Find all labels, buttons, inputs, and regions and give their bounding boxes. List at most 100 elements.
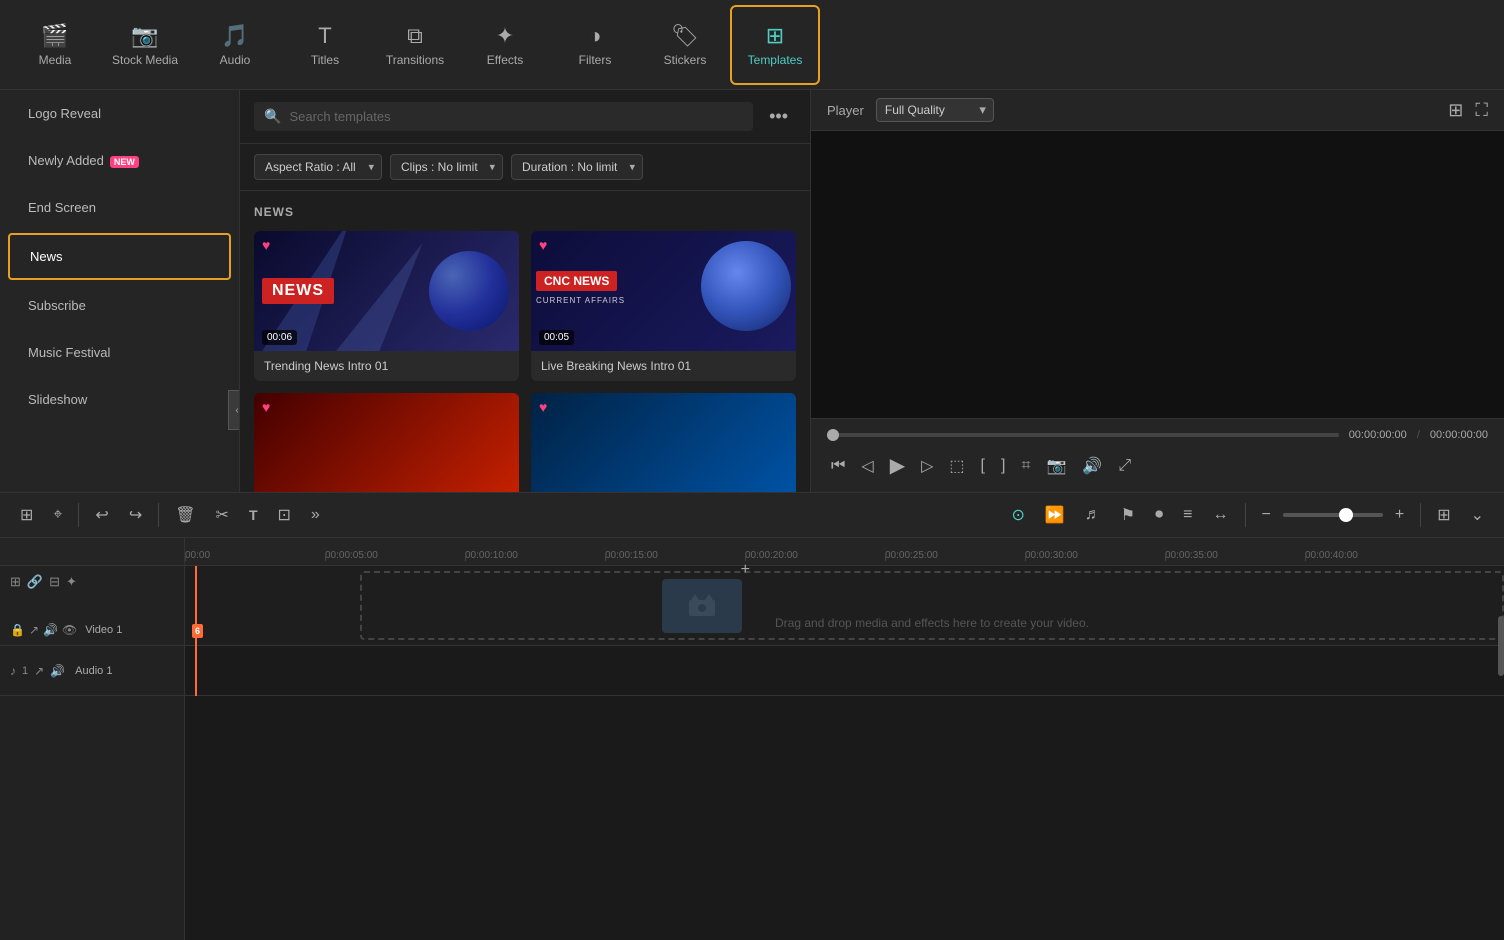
template-card-4[interactable]: ♥ 00:06 News Flash 01 [531, 393, 796, 492]
nav-item-stickers[interactable]: 🏷Stickers [640, 5, 730, 85]
clip-thumb-icon [687, 594, 717, 618]
sidebar-item-news[interactable]: News [8, 233, 231, 280]
zoom-out-btn[interactable]: − [1254, 500, 1279, 530]
nav-label-stickers: Stickers [664, 53, 707, 67]
text-btn[interactable]: T [241, 501, 266, 529]
audio-btn[interactable]: ♬ [1077, 500, 1109, 530]
timeline-scrollbar[interactable] [1498, 616, 1504, 676]
sidebar-item-newly-added[interactable]: Newly AddedNEW [8, 139, 231, 182]
nav-item-audio[interactable]: 🎵Audio [190, 5, 280, 85]
template-thumb-2: ♥ CNC NEWS CURRENT AFFAIRS 00:05 [531, 231, 796, 351]
equalizer-btn[interactable]: ≡ [1175, 500, 1200, 530]
more-tools-btn[interactable]: » [303, 500, 328, 530]
crop-btn[interactable]: ⊡ [270, 499, 299, 531]
audio-mute-icon[interactable]: 🔊 [50, 664, 65, 678]
nav-item-filters[interactable]: ◑Filters [550, 5, 640, 85]
cnc-globe [701, 241, 791, 331]
globe-1 [429, 251, 509, 331]
nav-icon-transitions: ⧉ [407, 23, 423, 49]
nav-item-templates[interactable]: ⊞Templates [730, 5, 820, 85]
frame-forward-btn[interactable]: ▷ [917, 452, 937, 480]
search-input[interactable] [289, 109, 743, 124]
templates-panel: 🔍 ••• Aspect Ratio : All16:99:161:14:3 C… [240, 90, 810, 492]
sidebar-item-subscribe[interactable]: Subscribe [8, 284, 231, 327]
fullscreen-icon[interactable]: ⛶ [1475, 100, 1488, 121]
split-btn[interactable]: ⊟ [49, 574, 60, 590]
bracket-out-btn[interactable]: ] [997, 453, 1009, 479]
redo-btn[interactable]: ↪ [121, 499, 150, 531]
audio-share-icon[interactable]: ↗ [34, 664, 44, 678]
template-card-cnc-news[interactable]: ♥ CNC NEWS CURRENT AFFAIRS 00:05 Live Br… [531, 231, 796, 381]
nav-item-titles[interactable]: TTitles [280, 5, 370, 85]
speed-btn[interactable]: ⏩ [1037, 499, 1073, 531]
clips-filter[interactable]: Clips : No limit123-56+ [390, 154, 503, 180]
clips-filter-wrap: Clips : No limit123-56+ [390, 154, 503, 180]
template-card-3[interactable]: ♥ 00:08 Breaking News 01 [254, 393, 519, 492]
sidebar-label-logo-reveal: Logo Reveal [28, 106, 101, 121]
auto-cut-btn[interactable]: ✦ [66, 574, 77, 590]
progress-bar[interactable] [827, 433, 1339, 437]
more-options-btn[interactable]: ••• [761, 102, 796, 131]
collapse-sidebar-btn[interactable]: ‹ [228, 390, 240, 430]
player-header: Player Full Quality High Quality Medium … [811, 90, 1504, 131]
favorite-icon-2[interactable]: ♥ [539, 237, 547, 253]
track-eye-icon[interactable]: 👁 [62, 623, 77, 637]
undo-btn[interactable]: ↩ [87, 499, 116, 531]
volume-btn[interactable]: 🔊 [1078, 452, 1106, 480]
camera-btn[interactable]: 📷 [1042, 452, 1070, 480]
frame-back-btn[interactable]: ◁ [857, 452, 877, 480]
template-card-trending-news[interactable]: ♥ NEWS 00:06 Trending News Intro 01 [254, 231, 519, 381]
template-thumb-1: ♥ NEWS 00:06 [254, 231, 519, 351]
nav-icon-audio: 🎵 [221, 23, 248, 49]
add-video-track-btn[interactable]: ⊞ [10, 574, 21, 590]
zoom-in-btn[interactable]: + [1387, 500, 1412, 530]
nav-item-stock-media[interactable]: 📷Stock Media [100, 5, 190, 85]
favorite-icon-4[interactable]: ♥ [539, 399, 547, 415]
step-backward-btn[interactable]: ⏮ [827, 453, 849, 479]
sidebar-item-slideshow[interactable]: Slideshow [8, 378, 231, 421]
grid-view-icon[interactable]: ⊞ [1448, 100, 1463, 121]
progress-dot[interactable] [827, 429, 839, 441]
duration-filter[interactable]: Duration : No limit0-15s15-30s30-60s60s+ [511, 154, 643, 180]
play-btn[interactable]: ▶ [886, 449, 909, 482]
timeline-ruler: 00:00 00:00:05:00 00:00:10:00 00:00:15:0… [185, 538, 1504, 566]
track-lock-icon[interactable]: 🔒 [10, 623, 25, 637]
color-wheel-btn[interactable]: ⊙ [1003, 499, 1032, 531]
sidebar-item-logo-reveal[interactable]: Logo Reveal [8, 92, 231, 135]
select-btn[interactable]: ⌖ [45, 500, 70, 530]
sidebar-label-music-festival: Music Festival [28, 345, 110, 360]
playhead[interactable]: 6 [195, 566, 197, 696]
nav-item-media[interactable]: 🎬Media [10, 5, 100, 85]
link-btn[interactable]: 🔗 [27, 574, 43, 590]
quality-select[interactable]: Full Quality High Quality Medium Quality… [876, 98, 994, 122]
delete-btn[interactable]: 🗑 [167, 499, 203, 531]
zoom-slider[interactable] [1283, 513, 1383, 517]
aspect-ratio-filter[interactable]: Aspect Ratio : All16:99:161:14:3 [254, 154, 382, 180]
snapshot-btn[interactable]: ⬚ [945, 452, 968, 480]
nav-label-stock-media: Stock Media [112, 53, 178, 67]
export-btn[interactable]: ⌗ [1017, 453, 1034, 479]
watermark-btn[interactable]: ⚑ [1113, 499, 1143, 531]
grid-view-btn[interactable]: ⊞ [1429, 499, 1458, 531]
track-audio-icon[interactable]: 🔊 [43, 623, 58, 637]
expand-timeline-btn[interactable]: ⌄ [1463, 499, 1492, 531]
cut-btn[interactable]: ✂ [208, 499, 237, 531]
nav-label-filters: Filters [579, 53, 612, 67]
bracket-in-btn[interactable]: [ [977, 453, 989, 479]
sidebar-item-music-festival[interactable]: Music Festival [8, 331, 231, 374]
nav-item-transitions[interactable]: ⧉Transitions [370, 5, 460, 85]
top-nav: 🎬Media📷Stock Media🎵AudioTTitles⧉Transiti… [0, 0, 1504, 90]
video-track: + Drag and drop media and [185, 566, 1504, 646]
favorite-icon-3[interactable]: ♥ [262, 399, 270, 415]
track-share-icon[interactable]: ↗ [29, 623, 39, 637]
sidebar-item-end-screen[interactable]: End Screen [8, 186, 231, 229]
nav-item-effects[interactable]: ✦Effects [460, 5, 550, 85]
swap-btn[interactable]: ↔ [1205, 500, 1237, 530]
favorite-icon-1[interactable]: ♥ [262, 237, 270, 253]
record-btn[interactable]: ⏺ [1147, 500, 1171, 530]
search-icon: 🔍 [264, 108, 281, 125]
ruler-mark-5: 00:00:25:00 [885, 550, 1025, 561]
scenes-btn[interactable]: ⊞ [12, 499, 41, 531]
settings-btn[interactable]: ⤢ [1114, 453, 1135, 479]
player-controls: 00:00:00:00 / 00:00:00:00 ⏮ ◁ ▶ ▷ ⬚ [ ] … [811, 418, 1504, 492]
